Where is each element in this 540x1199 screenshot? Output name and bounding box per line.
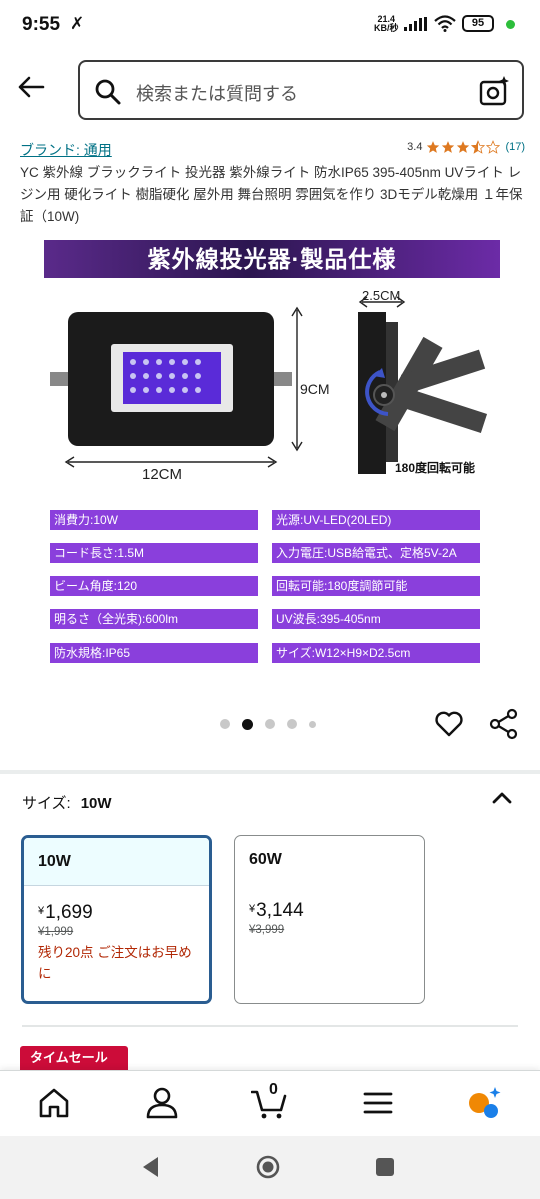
price: ¥1,699 [24, 902, 209, 924]
carousel-dot[interactable] [309, 720, 316, 728]
carousel-dot[interactable] [287, 719, 297, 729]
size-selected-value: 10W [80, 795, 112, 812]
menu-icon[interactable] [360, 1085, 396, 1121]
image-banner-title: 紫外線投光器·製品仕様 [147, 246, 397, 272]
dimension-width: 12CM [142, 466, 183, 483]
network-speed-unit: KB/秒 [374, 23, 399, 33]
signal-icon [404, 17, 427, 31]
search-header: 検索または質問する [0, 50, 540, 128]
search-input[interactable]: 検索または質問する [78, 60, 524, 120]
section-divider [0, 770, 540, 774]
home-icon[interactable] [36, 1085, 72, 1121]
cart-count: 0 [269, 1081, 278, 1098]
system-recents-icon[interactable] [372, 1154, 398, 1180]
heart-icon[interactable] [433, 708, 465, 740]
size-header: サイズ: 10W [22, 792, 112, 813]
account-icon[interactable] [144, 1085, 180, 1121]
rating-stars [426, 140, 501, 154]
spec-label-right: UV波長:395-405nm [272, 609, 480, 629]
carousel-dots[interactable] [220, 717, 328, 731]
brand-rating-row: ブランド: 通用 3.4 (17) [20, 140, 525, 160]
spec-label-left: ビーム角度:120 [50, 576, 258, 596]
timesale-badge: タイムセール [20, 1046, 128, 1070]
list-price: ¥1,999 [38, 926, 74, 938]
spec-label-right: 回転可能:180度調節可能 [272, 576, 480, 596]
search-placeholder: 検索または質問する [136, 84, 298, 104]
image-banner: 紫外線投光器·製品仕様 [44, 240, 500, 278]
stock-warning: 残り20点 ご注文はお早めに [38, 945, 192, 981]
rufus-icon[interactable] [466, 1085, 502, 1121]
back-arrow-icon[interactable] [16, 72, 46, 102]
rotation-note: 180度回転可能 [395, 461, 476, 475]
carousel-dot[interactable] [265, 719, 275, 729]
privacy-indicator [506, 20, 515, 29]
price-value: 3,144 [256, 900, 304, 921]
cart-button[interactable]: 0 [250, 1081, 287, 1121]
price: ¥3,144 [235, 900, 424, 922]
system-back-icon[interactable] [138, 1154, 164, 1180]
section-divider [22, 1025, 518, 1027]
size-label: サイズ: [22, 795, 71, 812]
status-time: 9:55 [22, 14, 61, 35]
product-image[interactable]: 紫外線投光器·製品仕様 2.5CM 9CM 12CM 180度回転可能 消費力:… [38, 238, 504, 668]
star-half-icon [471, 140, 486, 154]
battery-icon: 95 [462, 15, 494, 32]
search-icon [95, 79, 121, 105]
product-title: YC 紫外線 ブラックライト 投光器 紫外線ライト 防水IP65 395-405… [20, 165, 523, 224]
spec-label-left: 防水規格:IP65 [50, 643, 258, 663]
rating-count: (17) [505, 141, 525, 153]
chevron-up-icon[interactable] [490, 786, 514, 810]
spec-label-left: 消費力:10W [50, 510, 258, 530]
size-option-60w[interactable]: 60W ¥3,144 ¥3,999 [234, 835, 425, 1004]
carousel-dot[interactable] [220, 719, 230, 729]
spec-label-right: 入力電圧:USB給電式、定格5V-2A [272, 543, 480, 563]
spec-label-right: 光源:UV-LED(20LED) [272, 510, 480, 530]
rating[interactable]: 3.4 (17) [407, 140, 525, 154]
spec-label-left: 明るさ（全光束):600lm [50, 609, 258, 629]
star-full-icon [442, 141, 455, 153]
status-bar: 9:55 ✗ 21.4 KB/秒 95 [0, 0, 540, 50]
rating-value: 3.4 [407, 141, 423, 153]
star-empty-icon [486, 140, 501, 154]
dimension-depth: 2.5CM [362, 288, 401, 303]
spec-label-right: サイズ:W12×H9×D2.5cm [272, 643, 480, 663]
brand-link[interactable]: ブランド: 通用 [20, 140, 112, 160]
system-home-icon[interactable] [255, 1154, 281, 1180]
star-full-icon [457, 141, 470, 153]
size-option-name: 10W [24, 838, 209, 886]
bottom-nav: 0 [0, 1070, 540, 1136]
star-full-icon [427, 141, 440, 153]
price-currency: ¥ [249, 903, 256, 915]
share-icon[interactable] [488, 708, 520, 740]
price-value: 1,699 [45, 902, 93, 923]
dimension-height: 9CM [300, 381, 330, 397]
carousel-dot-active[interactable] [242, 718, 253, 730]
wifi-icon [434, 15, 456, 32]
size-option-10w[interactable]: 10W ¥1,699 ¥1,999 残り20点 ご注文はお早めに [21, 835, 212, 1004]
network-speed: 21.4 KB/秒 [374, 15, 399, 33]
notification-icon: ✗ [70, 14, 85, 33]
camera-search-icon[interactable] [478, 74, 510, 108]
list-price: ¥3,999 [249, 924, 285, 936]
spec-label-left: コード長さ:1.5M [50, 543, 258, 563]
system-navigation-bar [0, 1136, 540, 1199]
price-currency: ¥ [38, 905, 45, 917]
size-option-name: 60W [249, 851, 282, 868]
